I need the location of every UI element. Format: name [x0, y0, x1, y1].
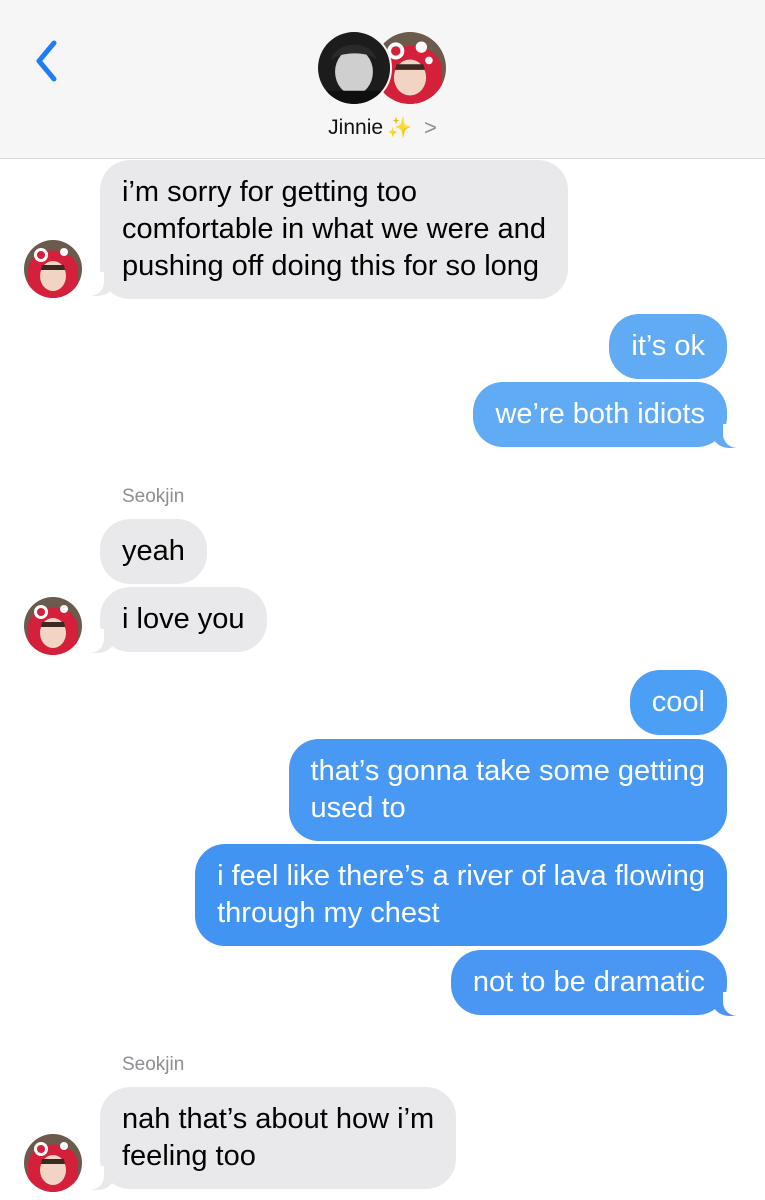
message-bubble-outgoing[interactable]: not to be dramatic	[450, 950, 727, 1015]
bubble-tail	[711, 992, 747, 1016]
message-text: cool	[651, 686, 705, 718]
message-text: i feel like there’s a river of lava flow…	[217, 860, 705, 929]
message-bubble-outgoing[interactable]: we’re both idiots	[473, 382, 727, 447]
message-bubble-incoming[interactable]: nah that’s about how i’m feeling too	[100, 1087, 457, 1189]
contact-name: Jinnie	[328, 116, 384, 139]
message-text: yeah	[122, 535, 185, 567]
sender-avatar[interactable]	[24, 597, 82, 655]
message-bubble-outgoing[interactable]: that’s gonna take some getting used to	[288, 739, 727, 841]
bubble-tail	[711, 424, 747, 448]
sender-avatar[interactable]	[24, 240, 82, 298]
message-bubble-incoming[interactable]: i’m sorry for getting too comfortable in…	[100, 160, 568, 299]
message-text: it’s ok	[631, 330, 705, 362]
bubble-tail	[80, 629, 116, 653]
message-bubble-outgoing[interactable]: it’s ok	[609, 314, 727, 379]
sender-avatar[interactable]	[24, 1134, 82, 1192]
sparkles-icon: ✨	[387, 117, 412, 139]
message-text: i love you	[122, 603, 245, 635]
message-text: we’re both idiots	[495, 398, 705, 430]
chevron-right-icon: >	[423, 115, 437, 140]
bubble-tail	[80, 1166, 116, 1190]
message-text: that’s gonna take some getting used to	[310, 755, 705, 824]
message-bubble-incoming[interactable]: i love you	[100, 587, 267, 652]
message-text: i’m sorry for getting too comfortable in…	[122, 176, 546, 282]
avatar	[316, 30, 392, 106]
message-bubble-outgoing[interactable]: cool	[629, 670, 727, 735]
contact-name-button[interactable]: Jinnie ✨ >	[0, 112, 765, 144]
back-button[interactable]	[26, 36, 66, 86]
message-text: not to be dramatic	[472, 966, 705, 998]
contact-avatars[interactable]	[316, 30, 450, 108]
chevron-left-icon	[36, 40, 57, 82]
message-text: nah that’s about how i’m feeling too	[122, 1103, 435, 1172]
sender-name: Seokjin	[122, 1054, 185, 1075]
message-bubble-incoming[interactable]: yeah	[100, 519, 207, 584]
message-bubble-outgoing[interactable]: i feel like there’s a river of lava flow…	[195, 844, 727, 946]
chat-header: Jinnie ✨ >	[0, 0, 765, 159]
sender-name: Seokjin	[122, 486, 185, 507]
